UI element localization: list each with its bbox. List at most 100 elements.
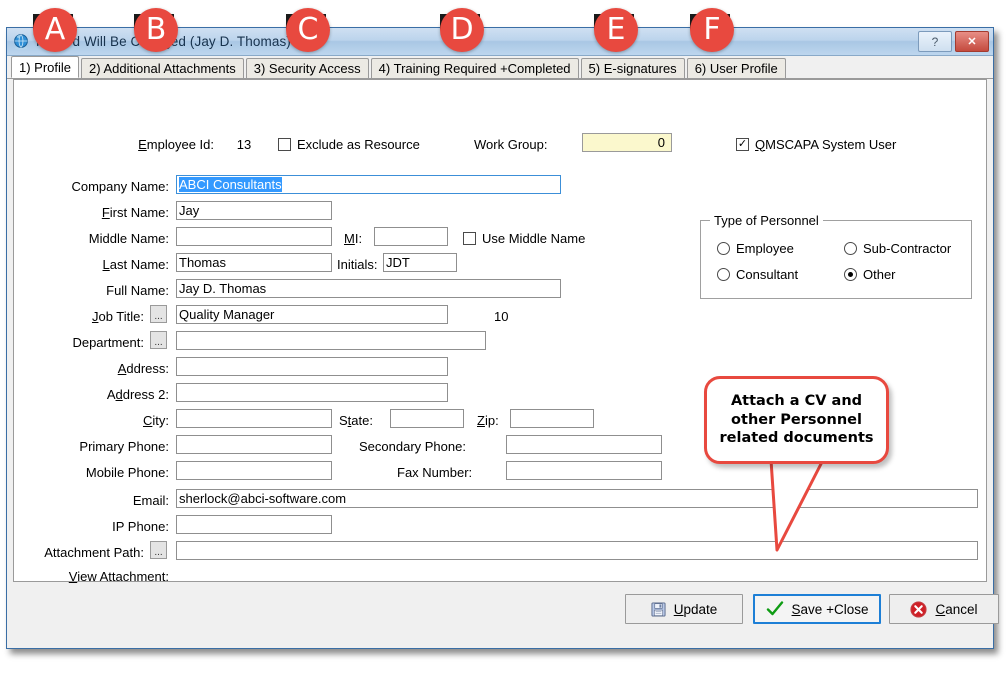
help-button[interactable]: ?	[918, 31, 952, 52]
radio-circle	[844, 268, 857, 281]
mi-input[interactable]	[374, 227, 448, 246]
use-middle-name-checkbox[interactable]: Use Middle Name	[463, 228, 585, 248]
tab-training-required[interactable]: 4) Training Required +Completed	[371, 58, 579, 78]
employee-id-value: 13	[237, 137, 251, 152]
employee-id-label: Employee Id:	[138, 137, 214, 152]
qmscapa-system-user-label: QMSCAPA System User	[755, 137, 896, 152]
secondary-phone-input[interactable]	[506, 435, 662, 454]
attachment-path-input[interactable]	[176, 541, 978, 560]
department-input[interactable]	[176, 331, 486, 350]
department-label: Department:	[72, 335, 144, 350]
full-name-label-wrap: Full Name:	[14, 280, 169, 300]
tab-additional-attachments[interactable]: 2) Additional Attachments	[81, 58, 244, 78]
tab-e-signatures[interactable]: 5) E-signatures	[581, 58, 685, 78]
marker-c: C	[286, 8, 330, 52]
city-input[interactable]	[176, 409, 332, 428]
department-browse-button[interactable]: ...	[150, 331, 167, 349]
callout-bubble: Attach a CV and other Personnel related …	[704, 376, 889, 464]
tab-security-access[interactable]: 3) Security Access	[246, 58, 369, 78]
primary-phone-input[interactable]	[176, 435, 332, 454]
last-name-input[interactable]: Thomas	[176, 253, 332, 272]
radio-consultant-label: Consultant	[736, 267, 798, 282]
full-name-input[interactable]: Jay D. Thomas	[176, 279, 561, 298]
company-name-label: Company Name:	[71, 179, 169, 194]
exclude-as-resource-checkbox[interactable]: Exclude as Resource	[278, 134, 420, 154]
first-name-label-wrap: First Name:	[14, 202, 169, 222]
cancel-x-icon	[910, 601, 927, 618]
marker-b: B	[134, 8, 178, 52]
initials-input[interactable]: JDT	[383, 253, 457, 272]
radio-sub-contractor-label: Sub-Contractor	[863, 241, 951, 256]
window-controls: ? ✕	[918, 31, 989, 52]
middle-name-input[interactable]	[176, 227, 332, 246]
secondary-phone-label-wrap: Secondary Phone:	[359, 436, 466, 456]
marker-e: E	[594, 8, 638, 52]
company-name-label-wrap: Company Name:	[14, 176, 169, 196]
radio-employee-label: Employee	[736, 241, 794, 256]
close-button[interactable]: ✕	[955, 31, 989, 52]
fax-number-input[interactable]	[506, 461, 662, 480]
work-group-input[interactable]: 0	[582, 133, 672, 152]
email-input[interactable]: sherlock@abci-software.com	[176, 489, 978, 508]
tab-bar: 1) Profile 2) Additional Attachments 3) …	[7, 56, 993, 79]
zip-input[interactable]	[510, 409, 594, 428]
radio-other[interactable]: Other	[844, 267, 896, 282]
attachment-path-browse-button[interactable]: ...	[150, 541, 167, 559]
ip-phone-label: IP Phone:	[112, 519, 169, 534]
save-close-button[interactable]: Save +Close	[753, 594, 881, 624]
tab-profile[interactable]: 1) Profile	[11, 56, 79, 78]
tab-user-profile[interactable]: 6) User Profile	[687, 58, 786, 78]
type-of-personnel-group: Type of Personnel Employee Sub-Contracto…	[700, 220, 972, 299]
company-name-value: ABCI Consultants	[179, 177, 282, 192]
cancel-button-label: Cancel	[935, 602, 977, 617]
secondary-phone-label: Secondary Phone:	[359, 439, 466, 454]
employee-record-window: Record Will Be Changed (Jay D. Thomas) ?…	[6, 27, 994, 649]
view-attachment-label-wrap[interactable]: View Attachment:	[14, 566, 169, 586]
ip-phone-input[interactable]	[176, 515, 332, 534]
job-title-label-wrap: Job Title:	[14, 306, 144, 326]
address2-label-wrap: Address 2:	[14, 384, 169, 404]
radio-other-label: Other	[863, 267, 896, 282]
save-floppy-icon	[651, 602, 666, 617]
radio-consultant[interactable]: Consultant	[717, 267, 798, 282]
middle-name-label-wrap: Middle Name:	[14, 228, 169, 248]
work-group-label-wrap: Work Group:	[474, 134, 547, 154]
cancel-button[interactable]: Cancel	[889, 594, 999, 624]
checkbox-box	[463, 232, 476, 245]
globe-icon	[12, 33, 30, 51]
employee-id-value-wrap: 13	[224, 134, 264, 154]
qmscapa-system-user-checkbox[interactable]: ✓ QMSCAPA System User	[736, 134, 896, 154]
checkmark-icon	[766, 601, 784, 617]
job-title-browse-button[interactable]: ...	[150, 305, 167, 323]
job-title-input[interactable]: Quality Manager	[176, 305, 448, 324]
state-input[interactable]	[390, 409, 464, 428]
mobile-phone-input[interactable]	[176, 461, 332, 480]
checkbox-box	[278, 138, 291, 151]
first-name-input[interactable]: Jay	[176, 201, 332, 220]
email-label-wrap: Email:	[14, 490, 169, 510]
type-of-personnel-title: Type of Personnel	[710, 213, 823, 228]
fax-number-label-wrap: Fax Number:	[397, 462, 472, 482]
address-label-wrap: Address:	[14, 358, 169, 378]
address-input[interactable]	[176, 357, 448, 376]
dialog-footer: Update Save +Close Cancel	[13, 588, 987, 643]
radio-sub-contractor[interactable]: Sub-Contractor	[844, 241, 951, 256]
fax-number-label: Fax Number:	[397, 465, 472, 480]
callout-tail	[767, 458, 847, 558]
primary-phone-label: Primary Phone:	[79, 439, 169, 454]
first-name-label: First Name:	[102, 205, 169, 220]
job-title-code-wrap: 10	[494, 306, 508, 326]
job-title-code: 10	[494, 309, 508, 324]
exclude-as-resource-label: Exclude as Resource	[297, 137, 420, 152]
marker-f: F	[690, 8, 734, 52]
city-label-wrap: City:	[14, 410, 169, 430]
last-name-label-wrap: Last Name:	[14, 254, 169, 274]
update-button[interactable]: Update	[625, 594, 743, 624]
mi-label-wrap: MI:	[344, 228, 362, 248]
middle-name-label: Middle Name:	[89, 231, 169, 246]
radio-employee[interactable]: Employee	[717, 241, 794, 256]
ip-phone-label-wrap: IP Phone:	[14, 516, 169, 536]
address2-input[interactable]	[176, 383, 448, 402]
initials-label-wrap: Initials:	[337, 254, 377, 274]
company-name-input[interactable]: ABCI Consultants	[176, 175, 561, 194]
